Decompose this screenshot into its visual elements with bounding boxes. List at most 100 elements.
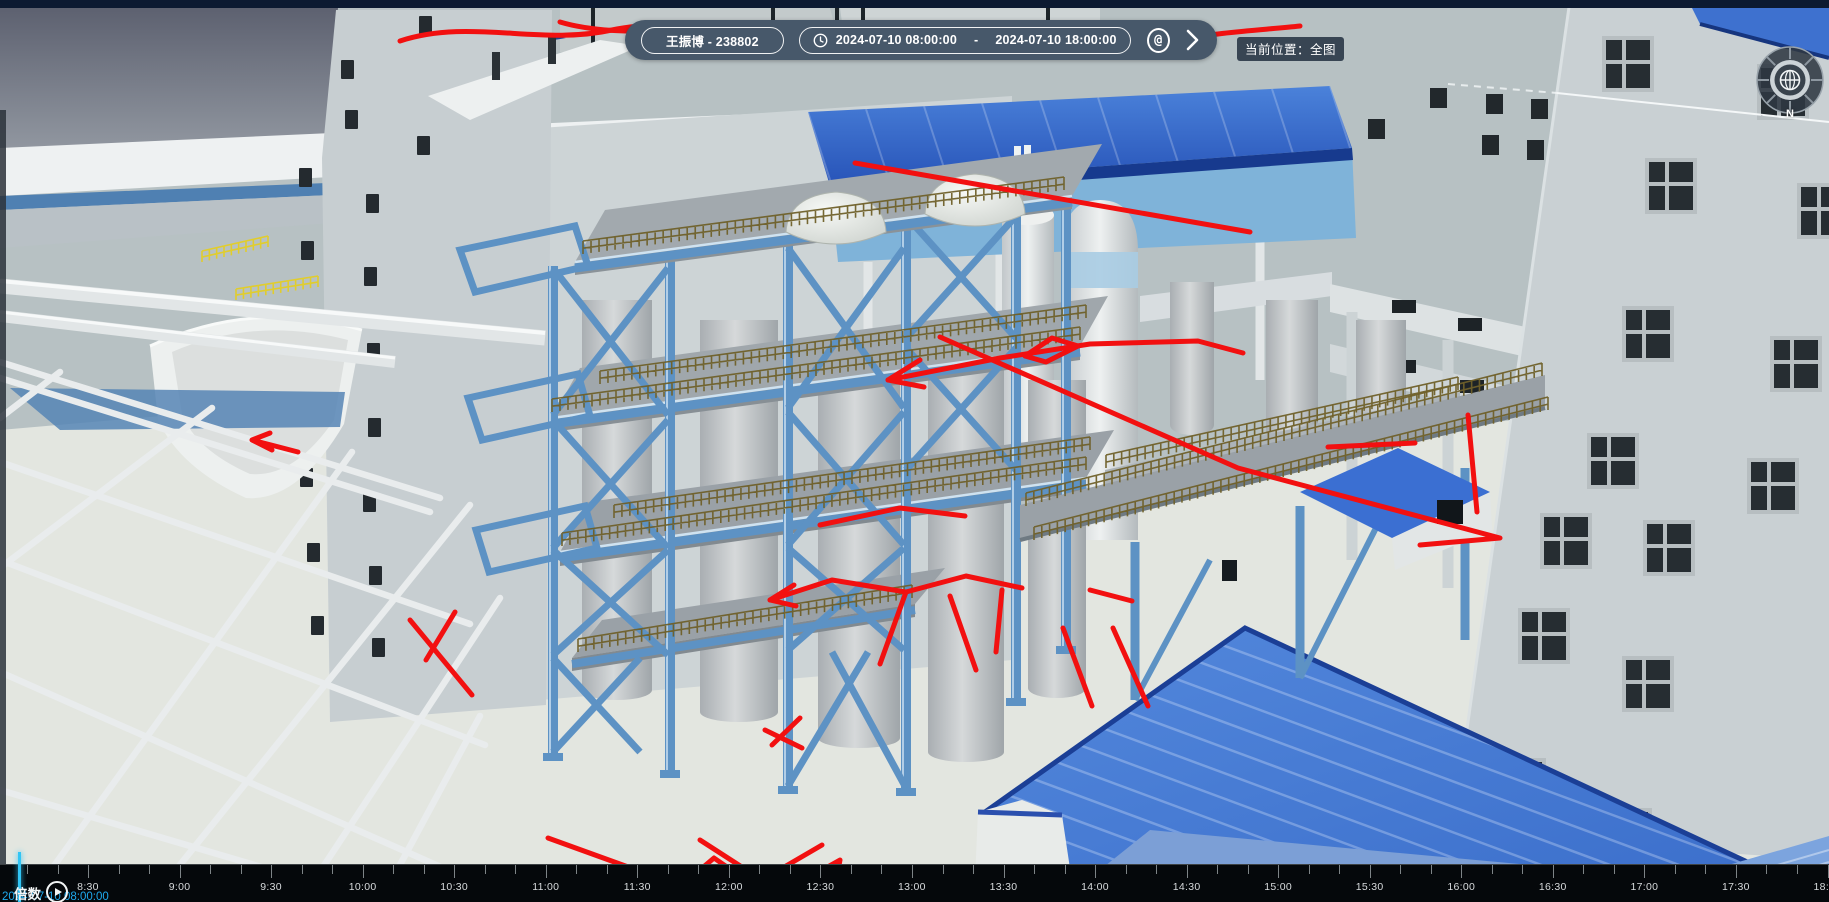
timeline-label: 9:30	[260, 881, 282, 893]
timeline-tick	[332, 865, 333, 874]
timeline-label: 14:00	[1081, 881, 1109, 893]
locate-button[interactable]: @	[1147, 28, 1170, 53]
timeline-tick	[851, 865, 852, 874]
timeline-tick	[1370, 865, 1371, 878]
timeline-tick	[149, 865, 150, 874]
timeline-label: 18:00	[1814, 881, 1829, 893]
timeline-tick	[454, 865, 455, 878]
timeline-tick	[1217, 865, 1218, 874]
person-marker	[1222, 560, 1237, 581]
timeline-label: 17:30	[1722, 881, 1750, 893]
timeline-tick	[1278, 865, 1279, 878]
timeline-label: 11:00	[532, 881, 559, 893]
playback-toolbar: 王振博 - 238802 2024-07-10 08:00:00 - 2024-…	[625, 20, 1217, 60]
timeline-label: 12:00	[715, 881, 743, 893]
timeline-tick	[88, 865, 89, 878]
timeline-tick	[943, 865, 944, 874]
timeline-tick	[1522, 865, 1523, 874]
timeline-tick	[271, 865, 272, 878]
timeline-tick	[1644, 865, 1645, 878]
timeline-tick	[912, 865, 913, 878]
timeline-tick	[1553, 865, 1554, 878]
timeline-tick	[1461, 865, 1462, 878]
time-end: 2024-07-10 18:00:00	[995, 33, 1116, 47]
timeline-tick	[58, 865, 59, 874]
timeline-tick	[668, 865, 669, 874]
timeline-tick	[1126, 865, 1127, 874]
timeline-label: 13:30	[990, 881, 1018, 893]
playback-speed-label: 倍数	[14, 883, 41, 902]
locate-icon: @	[1154, 32, 1162, 48]
timeline-tick	[729, 865, 730, 878]
compass-navigator[interactable]: N	[1754, 44, 1826, 120]
timeline-tick	[119, 865, 120, 874]
timeline-tick	[1095, 865, 1096, 878]
timeline-tick	[515, 865, 516, 874]
timeline-tick	[363, 865, 364, 878]
timeline-tick	[759, 865, 760, 874]
timeline-tick	[1736, 865, 1737, 878]
timeline-tick	[1797, 865, 1798, 874]
timeline-tick	[424, 865, 425, 874]
time-start: 2024-07-10 08:00:00	[836, 33, 957, 47]
person-field[interactable]: 王振博 - 238802	[641, 27, 784, 54]
timeline-tick	[1705, 865, 1706, 874]
timeline-tick	[881, 865, 882, 874]
chevron-right-icon	[1186, 29, 1199, 51]
timeline-tick	[698, 865, 699, 874]
timeline-tick	[1187, 865, 1188, 878]
time-range-field[interactable]: 2024-07-10 08:00:00 - 2024-07-10 18:00:0…	[799, 27, 1131, 54]
timeline-tick	[393, 865, 394, 874]
compass-north-label: N	[1786, 108, 1794, 120]
timeline-tick	[210, 865, 211, 874]
timeline-label: 17:00	[1630, 881, 1658, 893]
timeline-tick	[241, 865, 242, 874]
timeline-label: 16:00	[1447, 881, 1475, 893]
timeline-tick	[790, 865, 791, 874]
timeline-tick	[302, 865, 303, 874]
timeline-tick	[1339, 865, 1340, 874]
timeline-label: 10:00	[349, 881, 377, 893]
timeline-tick	[1248, 865, 1249, 874]
timeline-label: 9:00	[169, 881, 191, 893]
timeline-tick	[820, 865, 821, 878]
timeline-label: 15:30	[1356, 881, 1384, 893]
timeline-tick	[1309, 865, 1310, 874]
timeline-tick	[576, 865, 577, 874]
current-location-text: 当前位置：全图	[1245, 43, 1336, 57]
timeline-tick	[1034, 865, 1035, 874]
timeline-tick	[1583, 865, 1584, 874]
timeline-tick	[1492, 865, 1493, 874]
clock-icon	[813, 33, 828, 48]
timeline-label: 12:30	[807, 881, 835, 893]
timeline-label: 14:30	[1173, 881, 1201, 893]
timeline-tick	[1766, 865, 1767, 874]
timeline-tick	[1675, 865, 1676, 874]
timeline-tick	[1614, 865, 1615, 874]
next-button[interactable]	[1185, 28, 1201, 52]
app-viewport: 王振博 - 238802 2024-07-10 08:00:00 - 2024-…	[0, 0, 1829, 902]
person-label: 王振博 - 238802	[666, 31, 759, 50]
top-edge-strip	[0, 0, 1829, 8]
timeline-label: 11:30	[624, 881, 651, 893]
timeline-tick	[637, 865, 638, 878]
play-button[interactable]	[46, 881, 68, 902]
timeline-tick	[1400, 865, 1401, 874]
timeline-label: 13:00	[898, 881, 926, 893]
timeline-tick	[1828, 865, 1829, 878]
timeline-tick	[27, 865, 28, 874]
timeline-tick	[1065, 865, 1066, 874]
timeline-tick	[607, 865, 608, 874]
timeline-tick	[180, 865, 181, 878]
timeline-tick	[1156, 865, 1157, 874]
timeline-tick	[485, 865, 486, 874]
timeline-scrubber[interactable]: 8:309:009:3010:0010:3011:0011:3012:0012:…	[0, 864, 1829, 902]
timeline-label: 10:30	[440, 881, 468, 893]
left-edge-shadow	[0, 110, 6, 870]
timeline-label: 15:00	[1264, 881, 1292, 893]
3d-scene-viewport[interactable]	[0, 0, 1829, 902]
timeline-tick	[973, 865, 974, 874]
time-separator: -	[974, 33, 978, 47]
current-location-badge: 当前位置：全图	[1237, 37, 1344, 61]
timeline-label: 16:30	[1539, 881, 1567, 893]
